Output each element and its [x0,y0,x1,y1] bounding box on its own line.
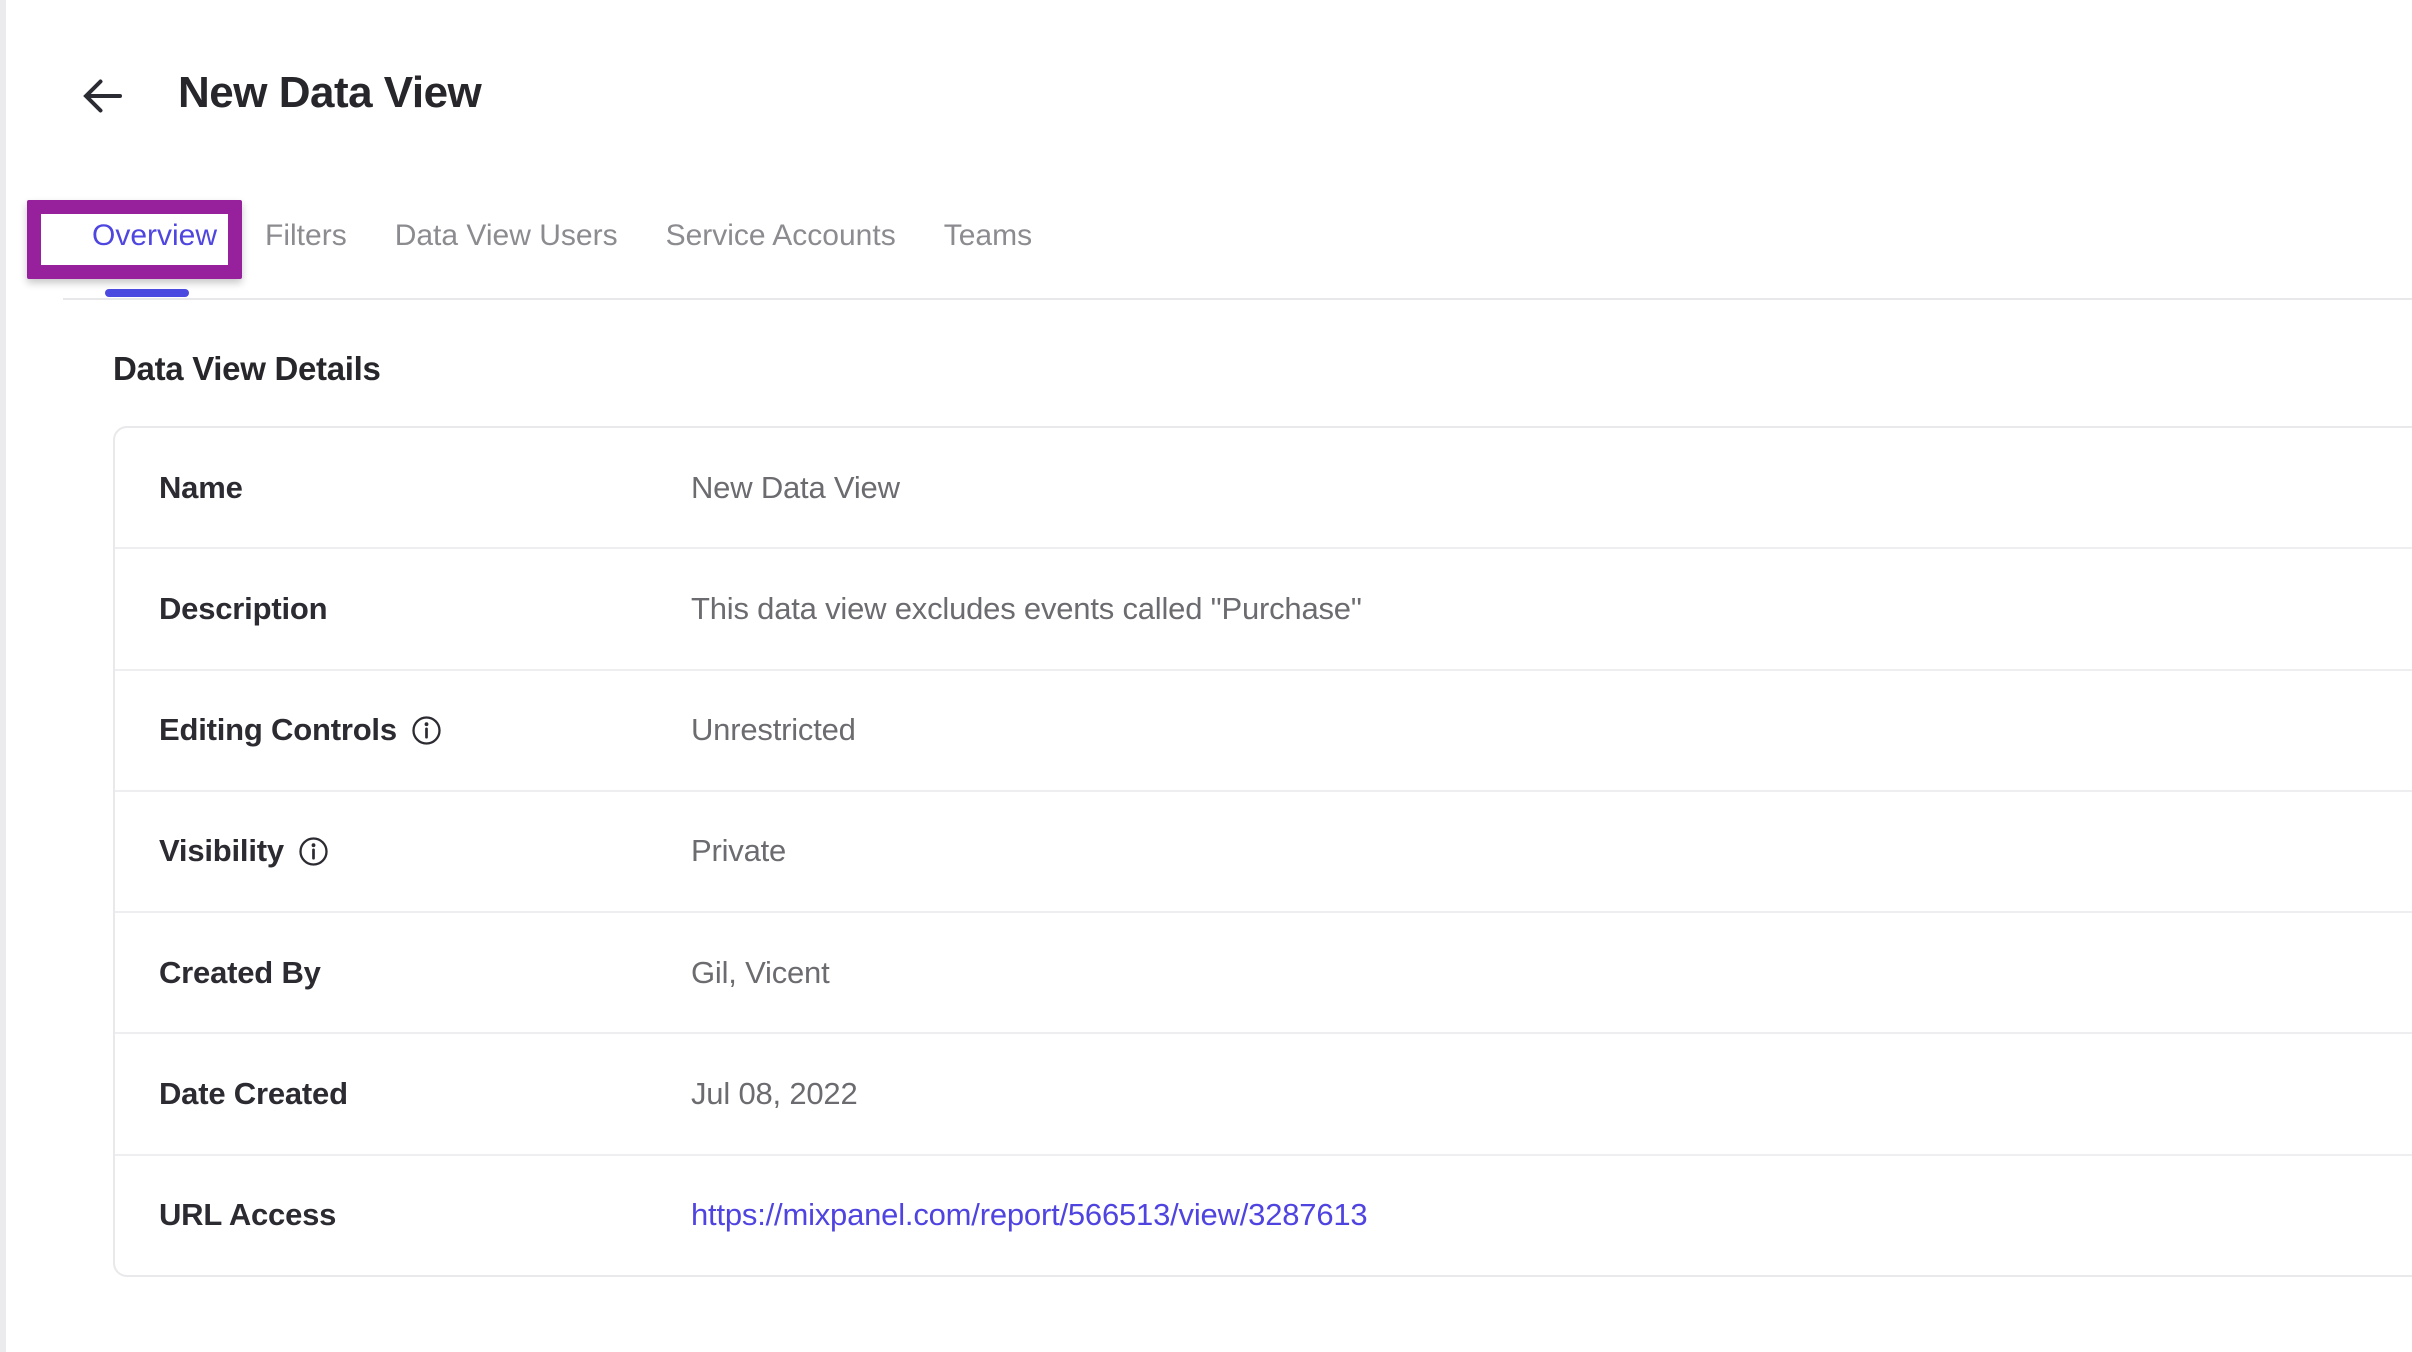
page-title: New Data View [178,68,481,118]
arrow-left-icon [79,73,125,119]
row-value: This data view excludes events called "P… [691,591,1362,627]
row-value: Gil, Vicent [691,955,830,991]
table-row: URL Access https://mixpanel.com/report/5… [115,1154,2412,1275]
tab-teams[interactable]: Teams [944,219,1032,253]
tab-service-accounts[interactable]: Service Accounts [666,219,896,253]
data-view-settings-page: New Data View Overview Filters Data View U… [0,0,2412,1352]
info-icon[interactable] [298,836,329,867]
table-row: Visibility Private [115,790,2412,911]
row-label: Date Created [159,1076,348,1112]
row-label: Editing Controls [159,712,442,748]
row-label: Created By [159,955,321,991]
details-card: Name New Data View Description This data… [113,426,2412,1277]
table-row: Created By Gil, Vicent [115,911,2412,1032]
table-row: Name New Data View [115,428,2412,547]
row-value: Private [691,833,786,869]
table-row: Description This data view excludes even… [115,547,2412,668]
tab-data-view-users[interactable]: Data View Users [395,219,618,253]
back-button[interactable] [78,72,126,120]
tab-overview[interactable]: Overview [92,219,217,253]
row-value: Unrestricted [691,712,856,748]
row-value: New Data View [691,470,900,506]
tab-bar-divider [63,298,2412,300]
row-label: URL Access [159,1197,336,1233]
table-row: Date Created Jul 08, 2022 [115,1032,2412,1153]
table-row: Editing Controls Unrestricted [115,669,2412,790]
url-access-link[interactable]: https://mixpanel.com/report/566513/view/… [691,1197,1367,1233]
row-label: Visibility [159,833,329,869]
left-panel-edge [0,0,6,1352]
row-value: Jul 08, 2022 [691,1076,858,1112]
tab-bar: Overview Filters Data View Users Service Ac… [92,210,1032,262]
row-label: Description [159,591,327,627]
tab-filters[interactable]: Filters [265,219,347,253]
info-icon[interactable] [411,715,442,746]
row-label: Name [159,470,243,506]
section-title: Data View Details [113,350,381,388]
active-tab-indicator [105,289,189,297]
